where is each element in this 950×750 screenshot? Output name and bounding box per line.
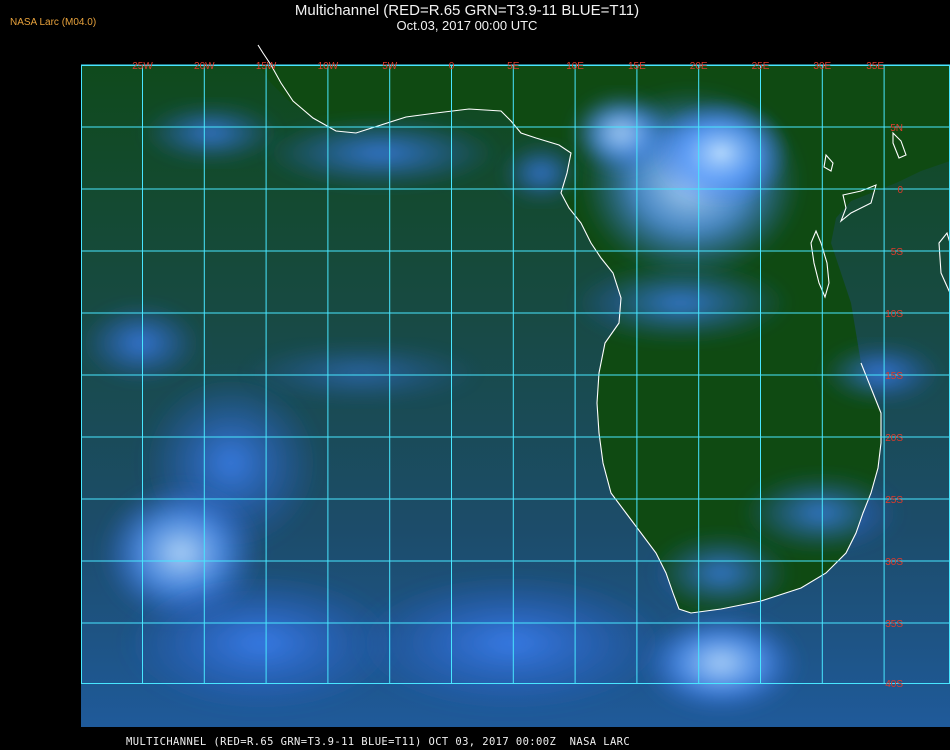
longitude-label: 15W xyxy=(256,61,277,72)
longitude-label: 0 xyxy=(449,61,455,72)
latitude-label: 0 xyxy=(897,185,903,196)
latitude-label: 15S xyxy=(885,371,903,382)
longitude-label: 30E xyxy=(813,61,831,72)
longitude-label: 10W xyxy=(318,61,339,72)
latitude-label: 5N xyxy=(890,123,903,134)
longitude-label: 25W xyxy=(132,61,153,72)
latitude-label: 30S xyxy=(885,557,903,568)
image-title: Multichannel (RED=R.65 GRN=T3.9-11 BLUE=… xyxy=(294,2,640,19)
latitude-label: 35S xyxy=(885,619,903,630)
latitude-label: 20S xyxy=(885,433,903,444)
latitude-label: 25S xyxy=(885,495,903,506)
latitude-label: 10S xyxy=(885,309,903,320)
longitude-label: 15E xyxy=(628,61,646,72)
longitude-label: 25E xyxy=(752,61,770,72)
image-timestamp: Oct.03, 2017 00:00 UTC xyxy=(396,18,538,33)
longitude-label: 35E xyxy=(866,61,884,72)
footer-caption: MULTICHANNEL (RED=R.65 GRN=T3.9-11 BLUE=… xyxy=(126,736,631,748)
satellite-map-canvas: 25W 20W 15W 10W 5W 0 5E 10E 15E 20E 25E 30E 35E 5N 0 5S… xyxy=(81,44,950,727)
latitude-label: 5S xyxy=(891,247,904,258)
longitude-label: 5E xyxy=(507,61,520,72)
longitude-label: 20E xyxy=(690,61,708,72)
longitude-label: 20W xyxy=(194,61,215,72)
longitude-label: 10E xyxy=(566,61,584,72)
longitude-label: 5W xyxy=(382,61,398,72)
satellite-map: 25W 20W 15W 10W 5W 0 5E 10E 15E 20E 25E 30E 35E 5N 0 5S… xyxy=(81,43,950,727)
